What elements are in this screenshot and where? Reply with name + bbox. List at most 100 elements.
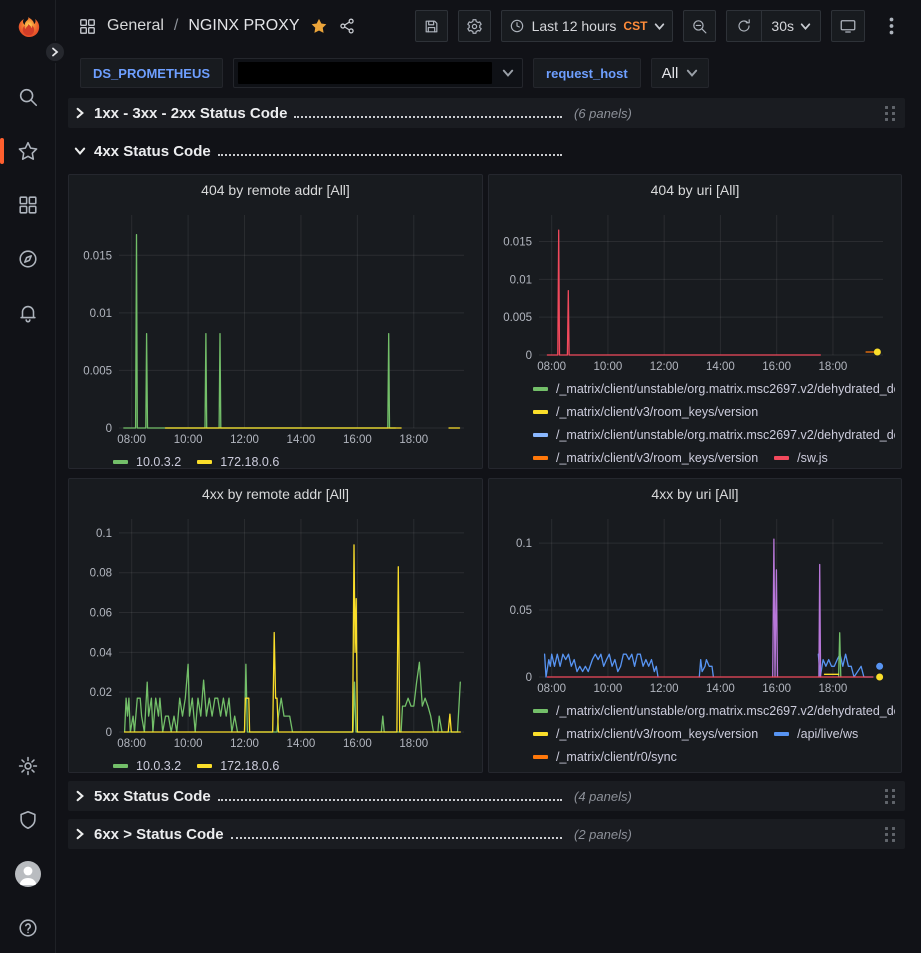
- panel-title[interactable]: 404 by uri [All]: [495, 175, 895, 205]
- svg-text:0.015: 0.015: [503, 236, 532, 248]
- more-options-kebab[interactable]: [875, 10, 907, 42]
- legend-item[interactable]: 172.18.0.6: [197, 450, 279, 468]
- variable-label-ds-prometheus[interactable]: DS_PROMETHEUS: [80, 58, 223, 88]
- legend-item[interactable]: 172.18.0.6: [197, 754, 279, 772]
- legend-item[interactable]: 10.0.3.2: [113, 754, 181, 772]
- search-icon: [17, 86, 39, 108]
- svg-text:12:00: 12:00: [230, 738, 259, 750]
- row-title: 6xx > Status Code: [94, 826, 224, 843]
- panel-title[interactable]: 4xx by remote addr [All]: [75, 479, 476, 509]
- sidebar-item-search[interactable]: [13, 82, 43, 112]
- legend-item[interactable]: /_matrix/client/r0/sync: [533, 745, 677, 768]
- svg-text:10:00: 10:00: [174, 434, 203, 446]
- row-5xx[interactable]: 5xx Status Code (4 panels): [68, 781, 905, 811]
- sidebar-item-settings[interactable]: [13, 751, 43, 781]
- svg-text:16:00: 16:00: [762, 361, 791, 373]
- legend-item[interactable]: /api/live/ws: [774, 722, 858, 745]
- legend-label: /_matrix/client/unstable/org.matrix.msc2…: [556, 704, 895, 718]
- legend-swatch: [774, 732, 789, 736]
- main-area: General / NGINX PROXY Last 12 hours CST: [56, 0, 921, 953]
- row-drag-handle-icon[interactable]: [883, 788, 897, 804]
- svg-text:14:00: 14:00: [287, 434, 316, 446]
- panel-legend: 10.0.3.2 172.18.0.6: [75, 752, 476, 772]
- panel-title[interactable]: 4xx by uri [All]: [495, 479, 895, 509]
- sidebar-item-profile[interactable]: [13, 859, 43, 889]
- legend-label: /_matrix/client/v3/room_keys/version: [556, 727, 758, 741]
- tv-monitor-icon: [839, 17, 857, 35]
- legend-item[interactable]: /_matrix/client/unstable/org.matrix.msc2…: [533, 423, 895, 446]
- refresh-interval-dropdown[interactable]: 30s: [761, 11, 820, 41]
- svg-text:08:00: 08:00: [537, 683, 566, 695]
- row-drag-handle-icon[interactable]: [883, 826, 897, 842]
- legend-label: /api/live/ws: [797, 727, 858, 741]
- timeseries-chart[interactable]: 08:0010:0012:0014:0016:0018:0000.0050.01…: [495, 205, 893, 375]
- panel-404-by-uri: 404 by uri [All] 08:0010:0012:0014:0016:…: [488, 174, 902, 469]
- panel-grid: 404 by remote addr [All] 08:0010:0012:00…: [68, 174, 905, 773]
- svg-text:08:00: 08:00: [117, 738, 146, 750]
- sidebar-item-explore[interactable]: [13, 244, 43, 274]
- sidebar-item-alerting[interactable]: [13, 298, 43, 328]
- share-icon[interactable]: [338, 17, 356, 35]
- svg-text:0.01: 0.01: [510, 274, 532, 286]
- legend-item[interactable]: /_matrix/client/unstable/org.matrix.msc2…: [533, 377, 895, 400]
- legend-item[interactable]: /_matrix/client/unstable/org.matrix.msc2…: [533, 768, 895, 772]
- expand-sidebar-button[interactable]: [44, 41, 66, 63]
- redacted-value: [238, 62, 492, 84]
- legend-item[interactable]: /_matrix/client/v3/room_keys/version: [533, 400, 758, 423]
- row-6xx[interactable]: 6xx > Status Code (2 panels): [68, 819, 905, 849]
- svg-text:16:00: 16:00: [343, 738, 372, 750]
- sidebar-item-server-admin[interactable]: [13, 805, 43, 835]
- variable-dropdown-request-host[interactable]: All: [651, 58, 710, 88]
- time-range-picker[interactable]: Last 12 hours CST: [501, 10, 674, 42]
- legend-item[interactable]: /_matrix/client/v3/room_keys/version: [533, 446, 758, 468]
- sidebar: [0, 0, 56, 953]
- panel-legend: /_matrix/client/unstable/org.matrix.msc2…: [495, 375, 895, 468]
- grafana-logo[interactable]: [13, 14, 43, 44]
- timeseries-chart[interactable]: 08:0010:0012:0014:0016:0018:0000.0050.01…: [75, 205, 474, 448]
- sidebar-item-dashboards[interactable]: [13, 190, 43, 220]
- timezone-badge: CST: [623, 19, 647, 33]
- timeseries-chart[interactable]: 08:0010:0012:0014:0016:0018:0000.020.040…: [75, 509, 474, 752]
- sidebar-item-starred[interactable]: [13, 136, 43, 166]
- variable-dropdown-ds-prometheus[interactable]: [233, 58, 523, 88]
- save-dashboard-button[interactable]: [415, 10, 448, 42]
- legend-swatch: [197, 460, 212, 464]
- legend-swatch: [197, 764, 212, 768]
- row-4xx[interactable]: 4xx Status Code: [68, 136, 905, 166]
- legend-swatch: [533, 755, 548, 759]
- grafana-app: General / NGINX PROXY Last 12 hours CST: [0, 0, 921, 953]
- breadcrumb-section[interactable]: General: [107, 17, 164, 35]
- refresh-button[interactable]: [727, 11, 761, 41]
- row-1xx-3xx-2xx[interactable]: 1xx - 3xx - 2xx Status Code (6 panels): [68, 98, 905, 128]
- svg-text:12:00: 12:00: [230, 434, 259, 446]
- shield-icon: [17, 809, 39, 831]
- dashboard-title[interactable]: NGINX PROXY: [188, 17, 299, 35]
- timeseries-chart[interactable]: 08:0010:0012:0014:0016:0018:0000.050.1: [495, 509, 893, 697]
- legend-label: 172.18.0.6: [220, 759, 279, 773]
- row-drag-handle-icon[interactable]: [883, 105, 897, 121]
- dashboards-grid-icon: [17, 194, 39, 216]
- svg-text:14:00: 14:00: [706, 361, 735, 373]
- refresh-icon: [736, 18, 752, 34]
- legend-item[interactable]: /_matrix/client/v3/room_keys/version: [533, 722, 758, 745]
- svg-text:10:00: 10:00: [594, 361, 623, 373]
- legend-item[interactable]: /_matrix/client/unstable/org.matrix.msc2…: [533, 699, 895, 722]
- zoom-out-time-button[interactable]: [683, 10, 716, 42]
- variable-label-request-host[interactable]: request_host: [533, 58, 641, 88]
- legend-swatch: [774, 456, 789, 460]
- svg-text:0.1: 0.1: [516, 538, 532, 550]
- dashboard-toolbar: General / NGINX PROXY Last 12 hours CST: [56, 0, 921, 52]
- sidebar-item-help[interactable]: [13, 913, 43, 943]
- time-range-label: Last 12 hours: [532, 18, 617, 34]
- cycle-view-mode-button[interactable]: [831, 10, 865, 42]
- row-panel-count: (2 panels): [574, 827, 632, 842]
- legend-item[interactable]: 10.0.3.2: [113, 450, 181, 468]
- svg-text:08:00: 08:00: [117, 434, 146, 446]
- panel-title[interactable]: 404 by remote addr [All]: [75, 175, 476, 205]
- svg-text:16:00: 16:00: [762, 683, 791, 695]
- legend-item[interactable]: /sw.js: [774, 446, 828, 468]
- legend-swatch: [533, 410, 548, 414]
- dashboard-settings-button[interactable]: [458, 10, 491, 42]
- favorite-star-icon[interactable]: [310, 17, 328, 35]
- svg-text:0.005: 0.005: [503, 312, 532, 324]
